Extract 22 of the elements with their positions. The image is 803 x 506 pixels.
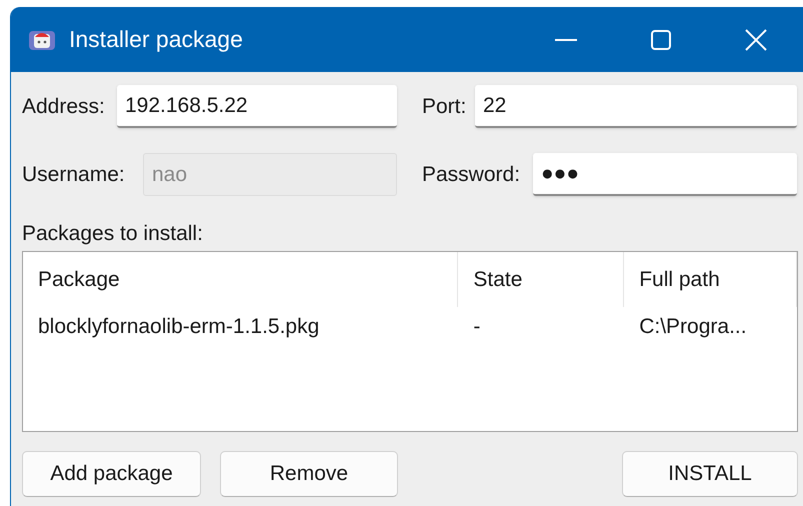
column-header[interactable]: Package [23, 252, 458, 307]
table-row[interactable]: blocklyfornaolib-erm-1.1.5.pkg - C:\Progra... [23, 307, 797, 347]
close-icon [744, 28, 766, 50]
action-button[interactable]: INSTALL [622, 451, 798, 497]
field-label: Password: [422, 162, 522, 188]
action-button[interactable]: Remove [220, 451, 398, 497]
field-label: Port: [422, 94, 468, 120]
field-label: Address: [22, 94, 106, 120]
table-cell-text: blocklyfornaolib-erm-1.1.5.pkg [37, 314, 320, 340]
action-button[interactable]: Add package [22, 451, 201, 497]
window-title: Installer package [69, 25, 243, 54]
input-field[interactable]: ●●● [533, 153, 797, 196]
field-label: Username: [22, 162, 126, 188]
packages-label: Packages to install: [22, 221, 204, 247]
input-field[interactable]: 22 [475, 85, 797, 128]
column-header[interactable]: Full path [624, 252, 797, 307]
table-cell-text: - [472, 314, 482, 340]
minimize-icon [554, 38, 576, 40]
maximize-icon [650, 30, 670, 50]
input-field[interactable]: 192.168.5.22 [117, 85, 397, 128]
table-cell-text: C:\Progra... [638, 314, 748, 340]
column-header[interactable]: State [458, 252, 624, 307]
